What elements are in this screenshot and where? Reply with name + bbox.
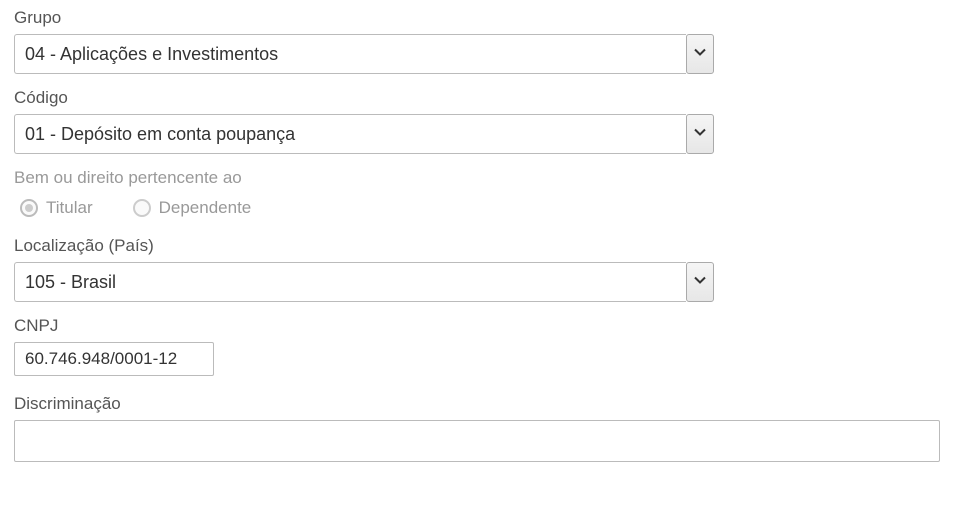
discriminacao-textarea[interactable] xyxy=(14,420,940,462)
radio-dot-icon xyxy=(25,204,33,212)
radio-dependente-label: Dependente xyxy=(159,198,252,218)
radio-icon xyxy=(20,199,38,217)
radio-dependente[interactable]: Dependente xyxy=(133,198,252,218)
bem-direito-field: Bem ou direito pertencente ao Titular De… xyxy=(14,168,941,218)
localizacao-label: Localização (País) xyxy=(14,236,941,256)
grupo-label: Grupo xyxy=(14,8,941,28)
bem-direito-label: Bem ou direito pertencente ao xyxy=(14,168,941,188)
grupo-select[interactable] xyxy=(14,34,686,74)
localizacao-field: Localização (País) xyxy=(14,236,941,302)
chevron-down-icon xyxy=(694,125,706,143)
grupo-field: Grupo xyxy=(14,8,941,74)
codigo-select-wrapper xyxy=(14,114,714,154)
codigo-select[interactable] xyxy=(14,114,686,154)
discriminacao-label: Discriminação xyxy=(14,394,941,414)
cnpj-field: CNPJ xyxy=(14,316,941,376)
radio-titular[interactable]: Titular xyxy=(20,198,93,218)
grupo-select-wrapper xyxy=(14,34,714,74)
cnpj-input[interactable] xyxy=(14,342,214,376)
localizacao-select[interactable] xyxy=(14,262,686,302)
cnpj-label: CNPJ xyxy=(14,316,941,336)
chevron-down-icon xyxy=(694,45,706,63)
localizacao-dropdown-button[interactable] xyxy=(686,262,714,302)
discriminacao-field: Discriminação xyxy=(14,394,941,462)
localizacao-select-wrapper xyxy=(14,262,714,302)
radio-icon xyxy=(133,199,151,217)
codigo-dropdown-button[interactable] xyxy=(686,114,714,154)
radio-titular-label: Titular xyxy=(46,198,93,218)
grupo-dropdown-button[interactable] xyxy=(686,34,714,74)
chevron-down-icon xyxy=(694,273,706,291)
codigo-field: Código xyxy=(14,88,941,154)
bem-direito-radios: Titular Dependente xyxy=(14,198,941,218)
codigo-label: Código xyxy=(14,88,941,108)
